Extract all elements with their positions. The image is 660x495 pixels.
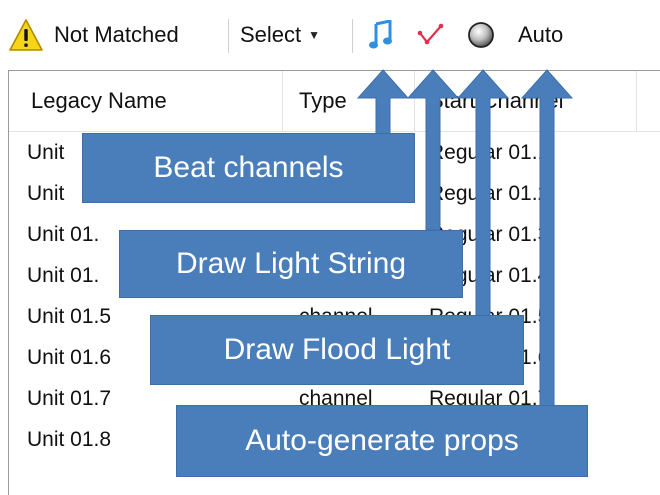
column-divider[interactable]: [282, 71, 283, 131]
cell-legacy-name: Unit 01.7: [27, 386, 112, 410]
cell-legacy-name: Unit 01.8: [27, 427, 112, 451]
cell-legacy-name: Unit 01.5: [27, 304, 112, 328]
cell-legacy-name: Unit: [27, 140, 65, 164]
callout-draw-light-string: Draw Light String: [119, 230, 463, 298]
column-header-legacy-name[interactable]: Legacy Name: [31, 71, 167, 131]
auto-label: Auto: [518, 22, 564, 47]
column-divider[interactable]: [414, 71, 415, 131]
cell-legacy-name: Unit 01.: [27, 263, 100, 287]
draw-light-string-button[interactable]: [416, 0, 446, 70]
table-header: Legacy Name Type Start Channel: [9, 71, 660, 132]
draw-flood-light-button[interactable]: [466, 0, 496, 70]
select-label: Select: [240, 22, 302, 47]
not-matched-label: Not Matched: [54, 22, 179, 47]
callout-auto-generate-props: Auto-generate props: [176, 405, 588, 477]
toolbar: Not Matched Select ▼ Auto: [0, 0, 660, 70]
beat-channels-button[interactable]: [366, 0, 396, 70]
chevron-down-icon: ▼: [308, 28, 321, 42]
flood-light-icon: [468, 22, 494, 48]
music-note-icon: [369, 20, 392, 49]
not-matched-filter[interactable]: Not Matched: [54, 0, 179, 70]
cell-legacy-name: Unit 01.: [27, 222, 100, 246]
toolbar-separator: [228, 19, 229, 53]
cell-legacy-name: Unit 01.6: [27, 345, 112, 369]
toolbar-separator: [352, 19, 353, 53]
cell-start-channel: Regular 01.2: [429, 181, 550, 205]
light-string-icon: [417, 23, 444, 45]
auto-generate-button[interactable]: Auto: [518, 0, 563, 70]
callout-draw-flood-light: Draw Flood Light: [150, 315, 524, 385]
column-divider[interactable]: [636, 71, 637, 131]
callout-beat-channels: Beat channels: [82, 133, 415, 203]
cell-start-channel: Regular 01.1: [429, 140, 550, 164]
cell-legacy-name: Unit: [27, 181, 65, 205]
warning-icon: [8, 0, 48, 70]
column-header-start-channel[interactable]: Start Channel: [429, 71, 564, 131]
column-header-type[interactable]: Type: [299, 71, 347, 131]
select-dropdown[interactable]: Select ▼: [240, 0, 320, 70]
